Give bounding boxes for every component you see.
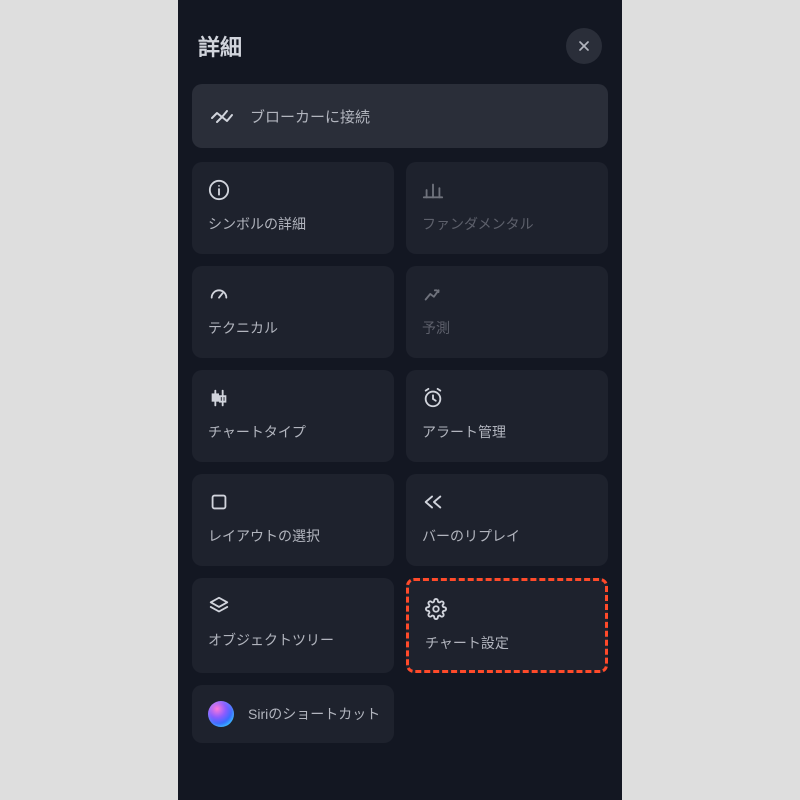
alarm-icon	[422, 387, 444, 409]
chart-type-card[interactable]: チャートタイプ	[192, 370, 394, 462]
card-label: バーのリプレイ	[422, 528, 592, 545]
broker-label: ブローカーに接続	[250, 106, 370, 127]
layout-select-card[interactable]: レイアウトの選択	[192, 474, 394, 566]
card-label: アラート管理	[422, 424, 592, 441]
broker-connect-card[interactable]: ブローカーに接続	[192, 84, 608, 148]
info-icon	[208, 179, 230, 201]
panel-title: 詳細	[198, 30, 242, 62]
card-label: シンボルの詳細	[208, 216, 378, 233]
panel-header: 詳細	[178, 0, 622, 84]
alert-manage-card[interactable]: アラート管理	[406, 370, 608, 462]
card-label: 予測	[422, 320, 592, 337]
gauge-icon	[208, 283, 230, 305]
candlestick-icon	[208, 387, 230, 409]
panel-content: ブローカーに接続 シンボルの詳細 ファンダメンタル	[178, 84, 622, 743]
symbol-detail-card[interactable]: シンボルの詳細	[192, 162, 394, 254]
siri-shortcut-card[interactable]: Siriのショートカット	[192, 685, 394, 743]
card-label: オブジェクトツリー	[208, 632, 378, 649]
gear-icon	[425, 598, 447, 620]
card-label: レイアウトの選択	[208, 528, 378, 545]
technical-card[interactable]: テクニカル	[192, 266, 394, 358]
card-label: ファンダメンタル	[422, 216, 592, 233]
broker-icon	[210, 104, 234, 128]
cards-grid: シンボルの詳細 ファンダメンタル テクニカル	[192, 162, 608, 673]
fundamental-card[interactable]: ファンダメンタル	[406, 162, 608, 254]
forecast-icon	[422, 283, 444, 305]
bar-replay-card[interactable]: バーのリプレイ	[406, 474, 608, 566]
layers-icon	[208, 595, 230, 617]
object-tree-card[interactable]: オブジェクトツリー	[192, 578, 394, 673]
square-icon	[208, 491, 230, 513]
shortcut-label: Siriのショートカット	[248, 704, 378, 724]
card-label: テクニカル	[208, 320, 378, 337]
close-icon	[576, 38, 592, 54]
bar-chart-icon	[422, 179, 444, 201]
siri-icon	[208, 701, 234, 727]
close-button[interactable]	[566, 28, 602, 64]
rewind-icon	[422, 491, 444, 513]
card-label: チャート設定	[425, 635, 589, 652]
forecast-card[interactable]: 予測	[406, 266, 608, 358]
details-panel: 詳細 ブローカーに接続 シンボルの詳細	[178, 0, 622, 800]
chart-settings-card[interactable]: チャート設定	[406, 578, 608, 673]
card-label: チャートタイプ	[208, 424, 378, 441]
